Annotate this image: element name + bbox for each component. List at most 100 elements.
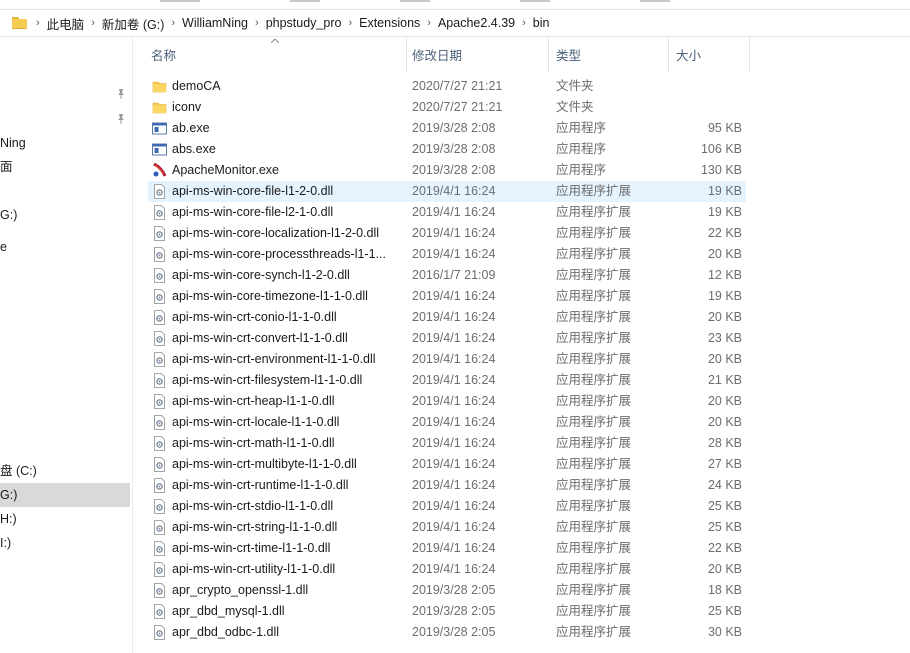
chevron-right-icon[interactable]: › (171, 17, 175, 29)
file-size: 19 KB (707, 289, 742, 303)
nav-item[interactable]: G:) (0, 203, 17, 227)
file-row[interactable]: api-ms-win-core-file-l1-2-0.dll 2019/4/1 … (148, 181, 746, 202)
file-row[interactable]: api-ms-win-crt-runtime-l1-1-0.dll 2019/4/… (148, 475, 746, 496)
file-row[interactable]: api-ms-win-core-file-l2-1-0.dll 2019/4/1 … (148, 202, 746, 223)
file-row[interactable]: api-ms-win-crt-convert-l1-1-0.dll 2019/4/… (148, 328, 746, 349)
column-divider[interactable] (749, 36, 750, 72)
file-size: 28 KB (707, 436, 742, 450)
file-name: api-ms-win-crt-utility-l1-1-0.dll (172, 562, 336, 576)
file-size: 25 KB (707, 520, 742, 534)
file-name: api-ms-win-core-file-l1-2-0.dll (172, 184, 334, 198)
file-date: 2019/4/1 16:24 (412, 310, 496, 324)
file-name: api-ms-win-core-localization-l1-2-0.dll (172, 226, 380, 240)
column-divider[interactable] (668, 36, 669, 72)
file-row[interactable]: iconv 2020/7/27 21:21 文件夹 (148, 97, 746, 118)
dll-icon (152, 478, 167, 493)
file-list: 名称 修改日期 类型 大小 demoCA 2020/7/27 21:21 文件夹 ic… (148, 36, 910, 653)
file-date: 2019/3/28 2:08 (412, 163, 496, 177)
breadcrumb-item[interactable]: WilliamNing (182, 16, 248, 30)
file-name: ApacheMonitor.exe (172, 163, 280, 177)
dll-icon (152, 499, 167, 514)
file-type: 应用程序扩展 (556, 457, 632, 471)
file-row[interactable]: api-ms-win-crt-environment-l1-1-0.dll 201… (148, 349, 746, 370)
chevron-right-icon[interactable]: › (91, 17, 95, 29)
file-date: 2019/4/1 16:24 (412, 541, 496, 555)
file-row[interactable]: api-ms-win-crt-locale-l1-1-0.dll 2019/4/1… (148, 412, 746, 433)
file-row[interactable]: api-ms-win-core-timezone-l1-1-0.dll 2019/… (148, 286, 746, 307)
pin-icon[interactable] (115, 88, 127, 100)
file-type: 应用程序扩展 (556, 436, 632, 450)
file-date: 2019/4/1 16:24 (412, 520, 496, 534)
file-row[interactable]: apr_dbd_mysql-1.dll 2019/3/28 2:05 应用程序扩展 2… (148, 601, 746, 622)
column-divider[interactable] (406, 36, 407, 72)
breadcrumb-item[interactable]: Apache2.4.39 (438, 16, 515, 30)
file-row[interactable]: ApacheMonitor.exe 2019/3/28 2:08 应用程序 130 K… (148, 160, 746, 181)
file-row[interactable]: api-ms-win-crt-heap-l1-1-0.dll 2019/4/1 1… (148, 391, 746, 412)
file-size: 27 KB (707, 457, 742, 471)
column-size[interactable]: 大小 (676, 36, 701, 76)
breadcrumb-item[interactable]: 新加卷 (G:) (102, 14, 165, 33)
breadcrumb-item[interactable]: Extensions (359, 16, 420, 30)
chevron-right-icon[interactable]: › (348, 17, 352, 29)
file-size: 20 KB (707, 415, 742, 429)
file-row[interactable]: api-ms-win-crt-time-l1-1-0.dll 2019/4/1 1… (148, 538, 746, 559)
dll-icon (152, 331, 167, 346)
file-row[interactable]: demoCA 2020/7/27 21:21 文件夹 (148, 76, 746, 97)
address-bar[interactable]: › 此电脑 › 新加卷 (G:) › WilliamNing › phpstudy_pro › E… (0, 9, 910, 37)
file-size: 20 KB (707, 247, 742, 261)
file-row[interactable]: ab.exe 2019/3/28 2:08 应用程序 95 KB (148, 118, 746, 139)
file-name: api-ms-win-crt-environment-l1-1-0.dll (172, 352, 376, 366)
dll-icon (152, 520, 167, 535)
file-date: 2020/7/27 21:21 (412, 100, 503, 114)
file-name: apr_dbd_mysql-1.dll (172, 604, 285, 618)
nav-item[interactable]: H:) (0, 507, 17, 531)
column-date[interactable]: 修改日期 (412, 36, 462, 76)
dll-icon (152, 583, 167, 598)
file-type: 应用程序扩展 (556, 478, 632, 492)
file-row[interactable]: api-ms-win-crt-conio-l1-1-0.dll 2019/4/1 … (148, 307, 746, 328)
chevron-right-icon[interactable]: › (522, 17, 526, 29)
column-divider[interactable] (548, 36, 549, 72)
column-type[interactable]: 类型 (556, 36, 581, 76)
file-row[interactable]: api-ms-win-crt-utility-l1-1-0.dll 2019/4/… (148, 559, 746, 580)
file-row[interactable]: api-ms-win-crt-filesystem-l1-1-0.dll 2019… (148, 370, 746, 391)
file-size: 19 KB (707, 205, 742, 219)
file-row[interactable]: api-ms-win-crt-stdio-l1-1-0.dll 2019/4/1 … (148, 496, 746, 517)
breadcrumb-item[interactable]: bin (533, 16, 550, 30)
file-date: 2019/3/28 2:05 (412, 604, 496, 618)
file-row[interactable]: api-ms-win-crt-string-l1-1-0.dll 2019/4/1… (148, 517, 746, 538)
column-name[interactable]: 名称 (151, 36, 176, 76)
chevron-right-icon[interactable]: › (36, 17, 40, 29)
file-date: 2019/4/1 16:24 (412, 205, 496, 219)
file-name: api-ms-win-crt-conio-l1-1-0.dll (172, 310, 337, 324)
nav-item[interactable]: 盘 (C:) (0, 459, 37, 483)
file-row[interactable]: api-ms-win-crt-math-l1-1-0.dll 2019/4/1 1… (148, 433, 746, 454)
pin-icon[interactable] (115, 113, 127, 125)
nav-item[interactable]: e (0, 235, 7, 259)
file-date: 2019/4/1 16:24 (412, 331, 496, 345)
file-row[interactable]: api-ms-win-core-localization-l1-2-0.dll 2… (148, 223, 746, 244)
file-row[interactable]: apr_dbd_odbc-1.dll 2019/3/28 2:05 应用程序扩展 30… (148, 622, 746, 643)
file-date: 2019/4/1 16:24 (412, 289, 496, 303)
file-row[interactable]: abs.exe 2019/3/28 2:08 应用程序 106 KB (148, 139, 746, 160)
nav-item-selected[interactable]: G:) (0, 483, 130, 507)
file-row[interactable]: apr_crypto_openssl-1.dll 2019/3/28 2:05 应用… (148, 580, 746, 601)
nav-item[interactable]: Ning (0, 131, 26, 155)
breadcrumb-item[interactable]: 此电脑 (47, 14, 85, 33)
file-row[interactable]: api-ms-win-core-processthreads-l1-1... 20… (148, 244, 746, 265)
chevron-right-icon[interactable]: › (427, 17, 431, 29)
dll-icon (152, 562, 167, 577)
file-row[interactable]: api-ms-win-crt-multibyte-l1-1-0.dll 2019/… (148, 454, 746, 475)
file-date: 2019/4/1 16:24 (412, 478, 496, 492)
dll-icon (152, 310, 167, 325)
file-row[interactable]: api-ms-win-core-synch-l1-2-0.dll 2016/1/7… (148, 265, 746, 286)
file-date: 2019/4/1 16:24 (412, 436, 496, 450)
file-type: 应用程序扩展 (556, 499, 632, 513)
nav-item[interactable]: 面 (0, 155, 13, 179)
file-size: 20 KB (707, 310, 742, 324)
chevron-right-icon[interactable]: › (255, 17, 259, 29)
breadcrumb-item[interactable]: phpstudy_pro (266, 16, 342, 30)
file-size: 20 KB (707, 352, 742, 366)
file-date: 2019/3/28 2:08 (412, 142, 496, 156)
nav-item[interactable]: I:) (0, 531, 11, 555)
